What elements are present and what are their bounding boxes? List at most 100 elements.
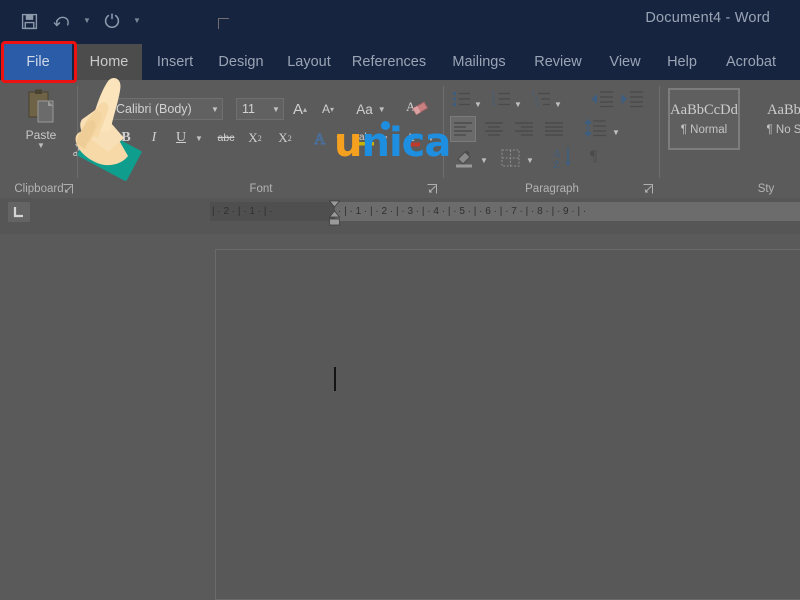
paste-dropdown-icon[interactable]: ▼ <box>37 142 45 149</box>
multilevel-dropdown-icon[interactable]: ▼ <box>554 90 566 108</box>
shading-button[interactable] <box>454 148 476 166</box>
chevron-down-icon[interactable]: ▼ <box>130 7 144 35</box>
justify-icon <box>544 120 564 138</box>
ribbon-group-paragraph: ▼ 123 ▼ 1a1 ▼ <box>444 80 660 198</box>
style-item-normal[interactable]: AaBbCcDd ¶ Normal <box>668 88 740 150</box>
text-highlight-button[interactable]: ab <box>354 126 380 150</box>
style-item-no-spacing[interactable]: AaBb ¶ No S <box>748 88 800 150</box>
svg-text:Z: Z <box>553 159 560 170</box>
clear-formatting-icon: A <box>405 97 429 119</box>
sort-button[interactable]: A Z <box>552 146 578 170</box>
svg-text:ab: ab <box>359 132 371 143</box>
justify-button[interactable] <box>544 120 564 138</box>
grow-font-button[interactable]: A▴ <box>288 98 312 120</box>
tab-layout[interactable]: Layout <box>278 44 340 80</box>
paste-button[interactable]: Paste ▼ <box>14 88 68 149</box>
tab-insert[interactable]: Insert <box>146 44 204 80</box>
underline-dropdown-icon[interactable]: ▼ <box>192 126 206 150</box>
undo-dropdown-icon[interactable]: ▼ <box>80 7 94 35</box>
align-center-icon <box>484 120 504 138</box>
multilevel-list-icon: 1a1 <box>532 90 552 108</box>
tab-references[interactable]: References <box>344 44 434 80</box>
font-color-icon: A <box>403 128 423 148</box>
chevron-down-icon[interactable]: ▼ <box>269 105 283 114</box>
borders-dropdown-icon[interactable]: ▼ <box>526 150 538 168</box>
tab-file[interactable]: File <box>4 44 72 80</box>
tab-view[interactable]: View <box>598 44 652 80</box>
borders-icon <box>500 148 522 168</box>
bullets-button[interactable] <box>452 90 472 108</box>
shading-dropdown-icon[interactable]: ▼ <box>480 150 492 168</box>
strikethrough-button[interactable]: abc <box>212 126 240 150</box>
tab-help[interactable]: Help <box>656 44 708 80</box>
chevron-down-icon[interactable]: ▼ <box>208 105 222 114</box>
shrink-font-button[interactable]: A▾ <box>316 98 340 120</box>
multilevel-list-button[interactable]: 1a1 <box>532 90 552 108</box>
tab-acrobat[interactable]: Acrobat <box>712 44 790 80</box>
underline-button[interactable]: U <box>170 126 192 150</box>
save-icon[interactable] <box>14 7 44 35</box>
bold-button[interactable]: B <box>114 126 138 150</box>
shrink-font-icon: A <box>322 102 330 116</box>
font-color-button[interactable]: A <box>400 126 426 150</box>
numbering-dropdown-icon[interactable]: ▼ <box>514 90 526 108</box>
line-spacing-button[interactable] <box>584 118 608 136</box>
horizontal-ruler[interactable]: | · 2 · | · 1 · | · · | · 1 · | · 2 · | … <box>40 202 800 221</box>
tab-design[interactable]: Design <box>208 44 274 80</box>
quick-access-toolbar: ▼ ▼ <box>14 6 144 36</box>
change-case-label: Aa <box>356 102 373 117</box>
font-name-combobox[interactable]: Calibri (Body) ▼ <box>110 98 223 120</box>
italic-icon: I <box>152 130 157 146</box>
paste-label: Paste <box>26 128 57 142</box>
subscript-button[interactable]: X2 <box>242 126 268 150</box>
line-spacing-icon <box>584 118 608 138</box>
increase-indent-button[interactable] <box>620 90 644 108</box>
document-page[interactable] <box>215 249 800 600</box>
font-size-combobox[interactable]: 11 ▼ <box>236 98 284 120</box>
align-center-button[interactable] <box>484 120 504 138</box>
change-case-button[interactable]: Aa ▼ <box>350 98 392 120</box>
align-right-button[interactable] <box>514 120 534 138</box>
tab-stop-selector-button[interactable] <box>8 202 30 222</box>
undo-icon[interactable] <box>47 7 77 35</box>
paragraph-dialog-launcher[interactable] <box>642 183 654 195</box>
shading-icon <box>454 148 476 168</box>
superscript-index: 2 <box>288 134 292 143</box>
clear-formatting-button[interactable]: A <box>402 96 432 120</box>
highlight-icon: ab <box>357 128 377 148</box>
ribbon-group-font: Calibri (Body) ▼ 11 ▼ A▴ A▾ Aa ▼ A <box>78 80 444 198</box>
style-name: ¶ Normal <box>681 124 727 136</box>
style-preview: AaBbCcDd <box>670 102 738 119</box>
bullets-icon <box>452 90 472 108</box>
superscript-button[interactable]: X2 <box>272 126 298 150</box>
font-size-value: 11 <box>237 102 269 116</box>
increase-indent-icon <box>620 90 644 108</box>
bullets-dropdown-icon[interactable]: ▼ <box>474 90 486 108</box>
decrease-indent-button[interactable] <box>590 90 614 108</box>
sort-icon: A Z <box>552 146 578 170</box>
numbering-icon: 123 <box>492 90 512 108</box>
clipboard-dialog-launcher[interactable] <box>62 183 74 195</box>
text-effects-button[interactable]: A <box>308 126 334 150</box>
numbering-button[interactable]: 123 <box>492 90 512 108</box>
tab-mailings[interactable]: Mailings <box>440 44 518 80</box>
font-color-dropdown-icon[interactable]: ▼ <box>424 126 438 150</box>
borders-button[interactable] <box>500 148 522 166</box>
ribbon-group-styles: AaBbCcDd ¶ Normal AaBb ¶ No S Sty <box>660 80 800 198</box>
redo-icon[interactable] <box>97 7 127 35</box>
text-effects-dropdown-icon[interactable]: ▼ <box>332 126 346 150</box>
show-formatting-marks-button[interactable]: ¶ <box>590 148 610 166</box>
text-effects-icon: A <box>311 128 331 148</box>
tab-review[interactable]: Review <box>524 44 592 80</box>
ruler-ticks-right: · | · 1 · | · 2 · | · 3 · | · 4 · | · 5 … <box>338 202 798 221</box>
tab-home[interactable]: Home <box>76 44 142 80</box>
document-area[interactable] <box>0 234 800 600</box>
ribbon-tab-strip: File Home Insert Design Layout Reference… <box>0 44 800 80</box>
ruler-ticks-left: | · 2 · | · 1 · | · <box>212 202 336 221</box>
font-name-value: Calibri (Body) <box>111 102 208 116</box>
line-spacing-dropdown-icon[interactable]: ▼ <box>612 122 624 140</box>
indent-markers[interactable] <box>328 200 340 230</box>
subscript-icon: X <box>248 130 257 146</box>
italic-button[interactable]: I <box>142 126 166 150</box>
font-dialog-launcher[interactable] <box>426 183 438 195</box>
